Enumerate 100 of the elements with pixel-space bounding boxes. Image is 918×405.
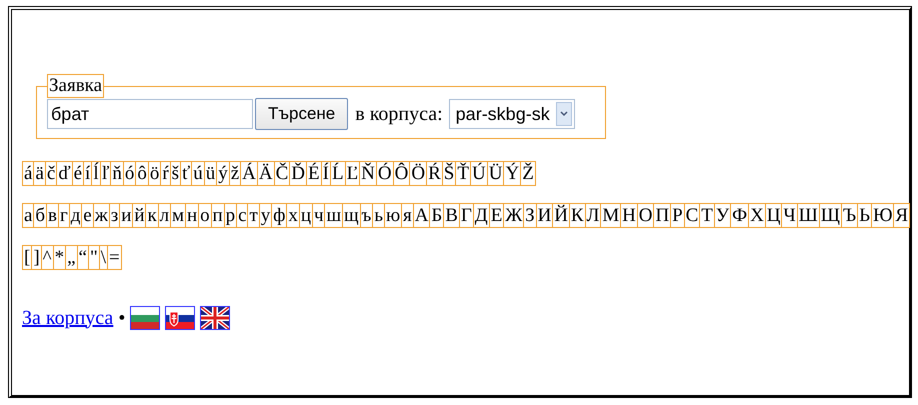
character-key[interactable]: ö — [148, 161, 162, 186]
character-key[interactable]: у — [258, 203, 272, 228]
corpus-select[interactable]: par-skbg-sk — [448, 99, 575, 129]
character-key[interactable]: и — [119, 203, 134, 228]
character-key[interactable]: ш — [324, 203, 343, 228]
character-key[interactable]: Е — [488, 203, 504, 228]
character-key[interactable]: Ä — [256, 161, 275, 186]
character-key[interactable]: Ť — [455, 161, 471, 186]
character-key[interactable]: Č — [274, 161, 290, 186]
character-key[interactable]: Ô — [392, 161, 410, 186]
character-key[interactable]: й — [132, 203, 146, 228]
character-key[interactable]: К — [568, 203, 586, 228]
character-key[interactable]: П — [653, 203, 672, 228]
character-key[interactable]: В — [443, 203, 460, 228]
character-key[interactable]: с — [236, 203, 248, 228]
character-key[interactable]: ž — [228, 161, 242, 186]
character-key[interactable]: = — [107, 245, 122, 270]
character-key[interactable]: “ — [76, 245, 89, 270]
character-key[interactable]: ľ — [100, 161, 112, 186]
character-key[interactable]: ú — [191, 161, 205, 186]
character-key[interactable]: а — [22, 203, 34, 228]
character-key[interactable]: ] — [31, 245, 42, 270]
character-key[interactable]: Щ — [818, 203, 842, 228]
character-key[interactable]: п — [210, 203, 225, 228]
character-key[interactable]: о — [198, 203, 212, 228]
character-key[interactable]: Я — [893, 203, 910, 228]
character-key[interactable]: ъ — [360, 203, 374, 228]
character-key[interactable]: ď — [56, 161, 73, 186]
character-key[interactable]: ý — [216, 161, 230, 186]
character-key[interactable]: \ — [98, 245, 108, 270]
character-key[interactable]: Ž — [520, 161, 536, 186]
about-corpora-link[interactable]: За корпуса — [22, 306, 114, 330]
character-key[interactable]: л — [158, 203, 172, 228]
character-key[interactable]: ó — [122, 161, 136, 186]
character-key[interactable]: Х — [748, 203, 766, 228]
character-key[interactable]: р — [224, 203, 238, 228]
character-key[interactable]: щ — [342, 203, 361, 228]
character-key[interactable]: á — [22, 161, 34, 186]
character-key[interactable]: ĺ — [91, 161, 101, 186]
character-key[interactable]: Ш — [796, 203, 820, 228]
character-key[interactable]: Ú — [470, 161, 488, 186]
flag-icon[interactable] — [200, 306, 230, 330]
character-key[interactable]: М — [600, 203, 622, 228]
character-key[interactable]: С — [684, 203, 700, 228]
character-key[interactable]: Г — [458, 203, 474, 228]
character-key[interactable]: Ö — [409, 161, 428, 186]
character-key[interactable]: ж — [92, 203, 110, 228]
character-key[interactable]: ü — [204, 161, 218, 186]
character-key[interactable]: Ю — [870, 203, 894, 228]
character-key[interactable]: з — [108, 203, 120, 228]
flag-icon[interactable] — [130, 306, 160, 330]
character-key[interactable]: Ü — [486, 161, 504, 186]
character-key[interactable]: É — [306, 161, 322, 186]
character-key[interactable]: é — [72, 161, 84, 186]
character-key[interactable]: * — [52, 245, 66, 270]
character-key[interactable]: Ж — [503, 203, 524, 228]
character-key[interactable]: Ó — [376, 161, 394, 186]
character-key[interactable]: Т — [699, 203, 715, 228]
character-key[interactable]: ^ — [40, 245, 54, 270]
character-key[interactable]: " — [88, 245, 100, 270]
character-key[interactable]: ä — [33, 161, 46, 186]
search-button[interactable]: Търсене — [255, 98, 348, 130]
character-key[interactable]: д — [68, 203, 82, 228]
character-key[interactable]: Ч — [781, 203, 798, 228]
character-key[interactable]: к — [145, 203, 159, 228]
flag-icon[interactable] — [165, 306, 196, 330]
character-key[interactable]: Ф — [730, 203, 750, 228]
character-key[interactable]: Ŕ — [426, 161, 443, 186]
character-key[interactable]: г — [58, 203, 70, 228]
character-key[interactable]: н — [184, 203, 200, 228]
character-key[interactable]: ь — [372, 203, 385, 228]
character-key[interactable]: č — [44, 161, 58, 186]
character-key[interactable]: ŕ — [160, 161, 171, 186]
character-key[interactable]: е — [81, 203, 94, 228]
character-key[interactable]: З — [523, 203, 537, 228]
character-key[interactable]: Ý — [503, 161, 522, 186]
character-key[interactable]: У — [714, 203, 732, 228]
character-key[interactable]: х — [286, 203, 300, 228]
character-key[interactable]: ô — [135, 161, 149, 186]
character-key[interactable]: Ц — [764, 203, 782, 228]
character-key[interactable]: ч — [312, 203, 326, 228]
character-key[interactable]: Л — [584, 203, 602, 228]
character-key[interactable]: Ĺ — [330, 161, 346, 186]
character-key[interactable]: Ľ — [344, 161, 360, 186]
character-key[interactable]: Ъ — [840, 203, 858, 228]
query-field[interactable]: брат — [47, 99, 253, 129]
character-key[interactable]: Ď — [289, 161, 308, 186]
character-key[interactable]: Á — [240, 161, 258, 186]
character-key[interactable]: Ň — [359, 161, 377, 186]
character-key[interactable]: ю — [384, 203, 402, 228]
character-key[interactable]: в — [46, 203, 59, 228]
character-key[interactable]: Н — [620, 203, 638, 228]
character-key[interactable]: м — [170, 203, 186, 228]
character-key[interactable]: Б — [429, 203, 444, 228]
character-key[interactable]: š — [170, 161, 182, 186]
character-key[interactable]: Í — [320, 161, 331, 186]
character-key[interactable]: „ — [65, 245, 78, 270]
character-key[interactable]: О — [636, 203, 654, 228]
character-key[interactable]: ц — [298, 203, 313, 228]
character-key[interactable]: ť — [180, 161, 192, 186]
